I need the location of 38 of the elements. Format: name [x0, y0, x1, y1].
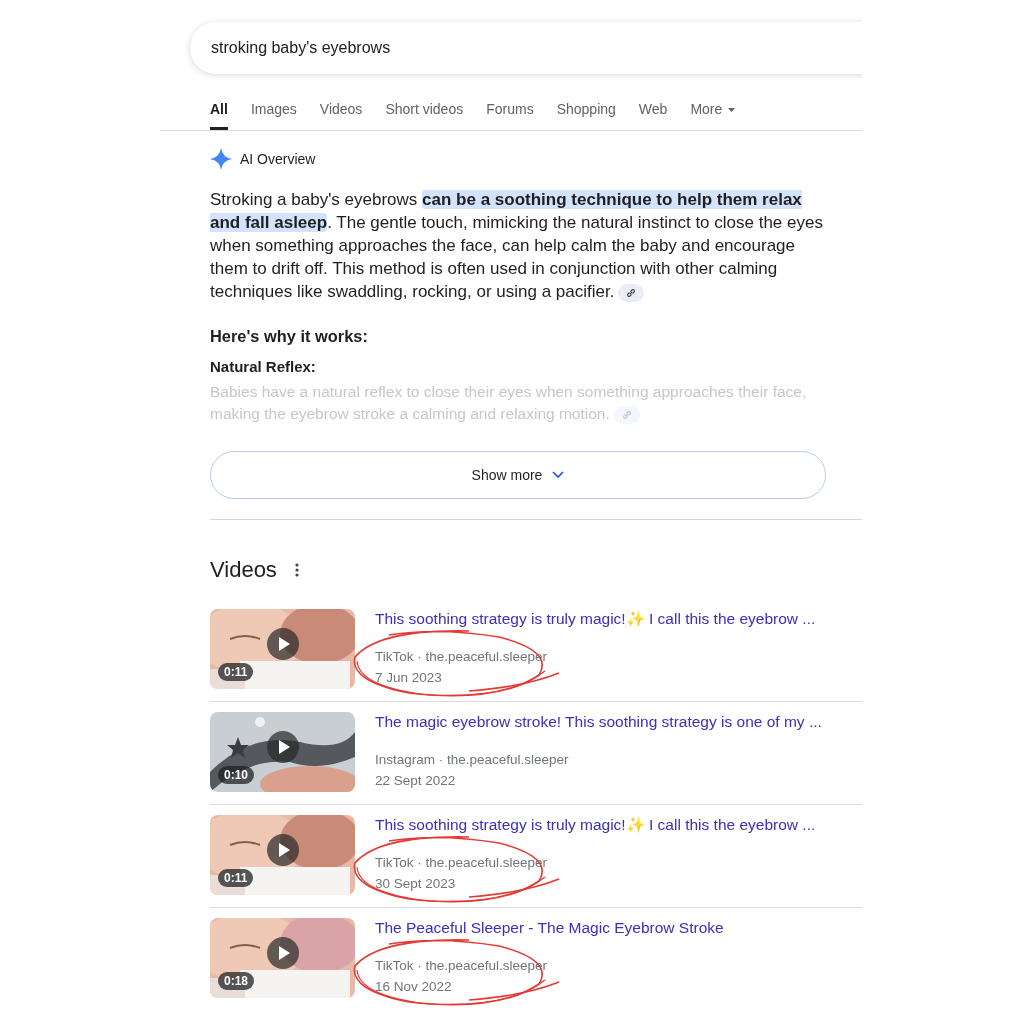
video-title-link[interactable]: The magic eyebrow stroke! This soothing strategy is one of my ... — [375, 713, 862, 731]
video-date: 30 Sept 2023 — [375, 876, 457, 891]
search-tab[interactable]: Videos — [319, 98, 363, 130]
duration-badge: 0:18 — [218, 972, 255, 990]
caret-icon — [728, 108, 736, 112]
search-tab[interactable]: Web — [638, 98, 668, 130]
search-tab[interactable]: Shopping — [556, 98, 616, 130]
search-field[interactable]: stroking baby's eyebrows — [190, 22, 862, 74]
search-tab[interactable]: Images — [250, 98, 297, 130]
play-icon[interactable] — [267, 628, 299, 660]
duration-badge: 0:11 — [218, 869, 254, 887]
play-icon[interactable] — [267, 834, 299, 866]
play-icon[interactable] — [267, 937, 299, 969]
sparkle-icon — [210, 148, 232, 170]
show-more-button[interactable]: Show more — [210, 451, 826, 499]
search-tab[interactable]: Short videos — [385, 98, 464, 130]
duration-badge: 0:11 — [218, 663, 254, 681]
search-tab[interactable]: More — [690, 98, 736, 130]
search-tab[interactable]: Forums — [486, 98, 534, 130]
video-source: Instagram · the.peaceful.sleeper — [375, 752, 570, 767]
videos-heading: Videos — [210, 557, 277, 583]
video-date: 16 Nov 2022 — [375, 979, 453, 994]
point-title: Natural Reflex: — [210, 358, 317, 375]
duration-badge: 0:10 — [218, 766, 255, 784]
more-options-icon[interactable] — [294, 563, 299, 577]
video-date: 22 Sept 2022 — [375, 773, 457, 788]
play-icon[interactable] — [267, 731, 299, 763]
video-title-link[interactable]: The Peaceful Sleeper - The Magic Eyebrow Stroke — [375, 919, 862, 937]
video-date: 7 Jun 2023 — [375, 670, 443, 685]
search-tab[interactable]: All — [210, 98, 228, 130]
video-title-link[interactable]: This soothing strategy is truly magic!✨ I call this the eyebrow ... — [375, 610, 862, 628]
section-heading: Here's why it works: — [210, 327, 369, 346]
point-text: Babies have a natural reflex to close their eyes when something approaches their face, making the eyebrow stroke a calming and relaxing motion. — [210, 382, 808, 425]
overview-paragraph: Stroking a baby's eyebrows can be a soothing technique to help them relax and fall asleep. The gentle touch, mimicking the natural instinct to close the eyes when something approaches the face, can help calm the baby and encourage them to drift off. This method is often used in conjunction with other calming techniques like swaddling, rocking, or using a pacifier. — [210, 189, 824, 303]
ai-overview-label: AI Overview — [240, 151, 316, 167]
video-title-link[interactable]: This soothing strategy is truly magic!✨ I call this the eyebrow ... — [375, 816, 862, 834]
link-icon[interactable] — [618, 283, 645, 302]
chevron-down-icon — [552, 471, 565, 479]
